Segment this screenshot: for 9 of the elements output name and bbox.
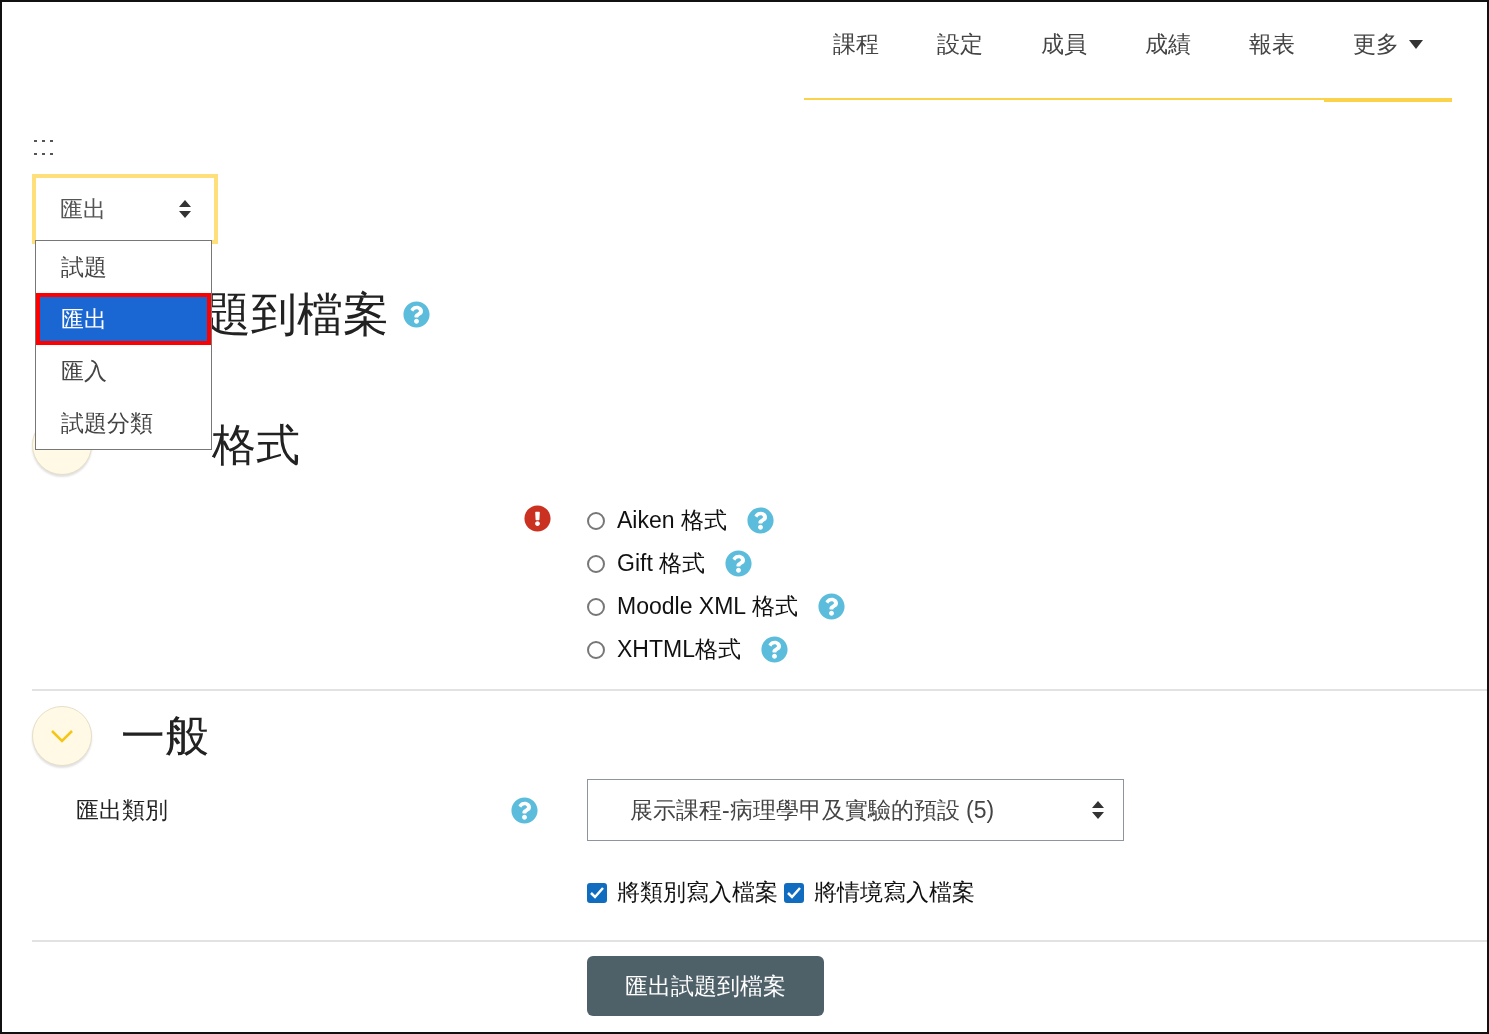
radio-label: Moodle XML 格式 (617, 592, 798, 621)
section-heading: 一般 (121, 708, 209, 763)
radio-label: Aiken 格式 (617, 506, 727, 535)
radio-label: XHTML格式 (617, 635, 741, 664)
checkbox-label: 將類別寫入檔案 (617, 878, 778, 907)
field-label: 匯出類別 (76, 795, 169, 825)
checkbox-label: 將情境寫入檔案 (814, 878, 975, 907)
section-heading: 格式 (212, 417, 300, 472)
radio-label: Gift 格式 (617, 549, 706, 578)
